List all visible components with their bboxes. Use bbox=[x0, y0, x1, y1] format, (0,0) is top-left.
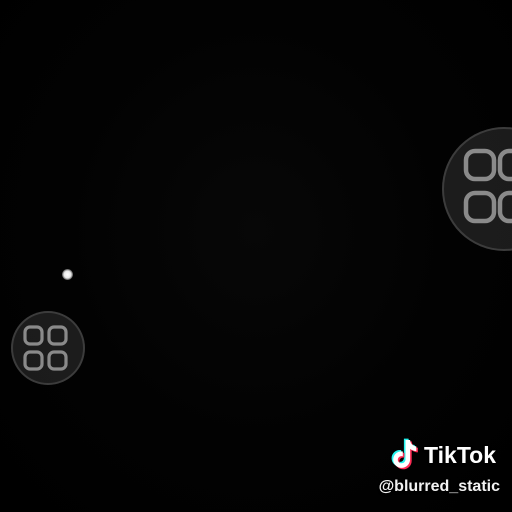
tiktok-note-icon bbox=[391, 438, 418, 470]
floating-menu-button-right[interactable] bbox=[442, 127, 512, 251]
tiktok-watermark: TikTok @blurred_static bbox=[342, 436, 502, 504]
grid-menu-icon bbox=[463, 148, 512, 224]
grid-menu-icon bbox=[23, 325, 68, 371]
tiktok-brand-label: TikTok bbox=[424, 441, 496, 468]
floating-menu-button-left[interactable] bbox=[11, 311, 85, 385]
creator-handle: @blurred_static bbox=[378, 478, 500, 495]
video-frame: TikTok @blurred_static bbox=[0, 0, 512, 512]
bright-light-spot bbox=[62, 269, 73, 280]
tiktok-brand-row: TikTok bbox=[388, 436, 496, 474]
